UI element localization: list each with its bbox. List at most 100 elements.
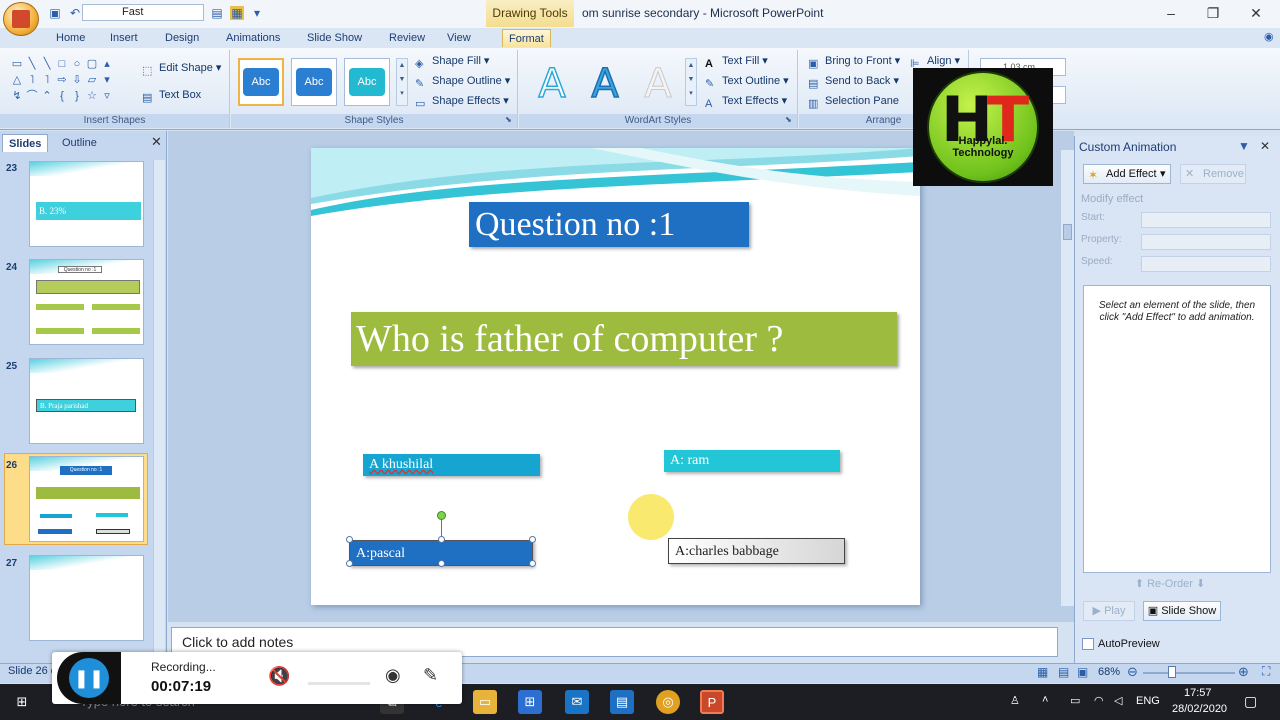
tab-slides[interactable]: Slides xyxy=(2,134,49,152)
slide-thumbnail-23[interactable]: B. 23% xyxy=(29,161,144,247)
option-a[interactable]: A khushilal xyxy=(363,454,540,476)
slide-canvas[interactable]: Question no :1 Who is father of computer… xyxy=(311,148,920,605)
slides-pane-scrollbar[interactable] xyxy=(153,160,165,657)
shape-fill-button[interactable]: ◈ Shape Fill ▾ xyxy=(415,52,489,70)
clock-date[interactable]: 28/02/2020 xyxy=(1172,703,1227,715)
text-effects-button[interactable]: A Text Effects ▾ xyxy=(705,92,787,110)
start-select[interactable] xyxy=(1141,212,1271,228)
speed-select[interactable] xyxy=(1141,256,1271,272)
arrow-shape-icon[interactable]: ⇩ xyxy=(70,72,84,88)
property-select[interactable] xyxy=(1141,234,1271,250)
slide-vertical-scrollbar[interactable] xyxy=(1060,150,1074,606)
close-icon[interactable]: ✕ xyxy=(1246,4,1266,22)
zoom-slider[interactable] xyxy=(1143,672,1235,674)
curve-shape-icon[interactable]: ⌒ xyxy=(25,88,39,104)
tab-animations[interactable]: Animations xyxy=(220,29,286,47)
add-effect-button[interactable]: ✶ Add Effect ▾ xyxy=(1083,164,1171,184)
people-icon[interactable]: ♙ xyxy=(1010,694,1020,707)
bring-to-front-button[interactable]: ▣ Bring to Front ▾ xyxy=(808,52,900,70)
preview-icon[interactable]: ▤ xyxy=(210,6,224,20)
scroll-thumb[interactable] xyxy=(1063,224,1072,240)
dialog-launcher-icon[interactable]: ⬊ xyxy=(505,115,512,124)
pane-close-icon[interactable]: ✕ xyxy=(1260,139,1270,153)
slide-thumbnail-24[interactable]: Question no :1 xyxy=(29,259,144,345)
play-button[interactable]: ▶ Play xyxy=(1083,601,1135,621)
mute-icon[interactable]: 🔇 xyxy=(268,666,290,687)
pane-close-icon[interactable]: ✕ xyxy=(151,134,162,150)
freeform-shape-icon[interactable]: ↯ xyxy=(10,88,24,104)
star-shape-icon[interactable]: ☆ xyxy=(85,88,99,104)
tab-slide-show[interactable]: Slide Show xyxy=(301,29,368,47)
elbow-shape-icon[interactable]: ˥ xyxy=(40,72,54,88)
help-icon[interactable]: ◉ xyxy=(1264,30,1274,43)
shape-style-swatch-2[interactable]: Abc xyxy=(291,58,337,106)
remove-button[interactable]: ✕ Remove xyxy=(1180,164,1246,184)
textbox-shape-icon[interactable]: ▭ xyxy=(10,56,24,72)
normal-view-icon[interactable]: ▦ xyxy=(1037,665,1048,679)
volume-icon[interactable]: ◁ xyxy=(1114,694,1122,707)
slide-thumbnail-25[interactable]: B. Praja parishad xyxy=(29,358,144,444)
shapes-more-icon[interactable]: ▿ xyxy=(100,88,114,104)
pen-icon[interactable]: ✎ xyxy=(423,665,438,686)
qat-dropdown[interactable]: Fast xyxy=(82,4,204,21)
shape-style-swatch-3[interactable]: Abc xyxy=(344,58,390,106)
office-button[interactable] xyxy=(3,2,39,36)
wordart-style-3[interactable]: A xyxy=(635,62,681,107)
customize-qat-icon[interactable]: ▦ xyxy=(230,6,244,20)
tab-home[interactable]: Home xyxy=(50,29,91,47)
chrome-icon[interactable]: ◎ xyxy=(656,690,680,714)
resize-handle[interactable] xyxy=(438,536,445,543)
arrow-shape-icon[interactable]: ⇨ xyxy=(55,72,69,88)
file-explorer-icon[interactable]: ▭ xyxy=(473,690,497,714)
resize-handle[interactable] xyxy=(346,536,353,543)
shape-outline-button[interactable]: ✎ Shape Outline ▾ xyxy=(415,72,510,90)
wordart-style-2[interactable]: A xyxy=(582,61,628,107)
rectangle-shape-icon[interactable]: □ xyxy=(55,56,69,72)
minimize-icon[interactable]: – xyxy=(1161,4,1181,22)
question-text[interactable]: Who is father of computer ? xyxy=(351,312,897,366)
text-box-button[interactable]: ▤ Text Box xyxy=(142,86,201,104)
qat-more-icon[interactable]: ▾ xyxy=(250,6,264,20)
option-b[interactable]: A: ram xyxy=(664,450,840,472)
callout-shape-icon[interactable]: ▱ xyxy=(85,72,99,88)
oval-shape-icon[interactable]: ○ xyxy=(70,56,84,72)
tab-insert[interactable]: Insert xyxy=(104,29,144,47)
tab-design[interactable]: Design xyxy=(159,29,205,47)
store-icon[interactable]: ⊞ xyxy=(518,690,542,714)
zoom-in-icon[interactable]: ⊕ xyxy=(1238,664,1249,680)
tab-view[interactable]: View xyxy=(441,29,477,47)
line-shape-icon[interactable]: ╲ xyxy=(40,56,54,72)
question-title[interactable]: Question no :1 xyxy=(469,202,749,247)
clock-time[interactable]: 17:57 xyxy=(1184,687,1212,699)
resize-handle[interactable] xyxy=(438,560,445,567)
battery-icon[interactable]: ▭ xyxy=(1070,694,1080,707)
tab-review[interactable]: Review xyxy=(383,29,431,47)
network-icon[interactable]: ◠ xyxy=(1094,694,1104,707)
autopreview-checkbox[interactable] xyxy=(1082,638,1094,650)
wordart-style-1[interactable]: A xyxy=(529,61,575,107)
text-outline-button[interactable]: ✎ Text Outline ▾ xyxy=(705,72,789,90)
shapes-scroll-up-icon[interactable]: ▴ xyxy=(100,56,114,72)
dialog-launcher-icon[interactable]: ⬊ xyxy=(785,115,792,124)
line-shape-icon[interactable]: ╲ xyxy=(25,56,39,72)
zoom-slider-thumb[interactable] xyxy=(1168,666,1176,678)
slide-show-button[interactable]: ▣ Slide Show xyxy=(1143,601,1221,621)
fit-window-icon[interactable]: ⛶ xyxy=(1262,664,1270,679)
selection-pane-button[interactable]: ▥ Selection Pane xyxy=(808,92,899,110)
option-d[interactable]: A:charles babbage xyxy=(668,538,845,564)
slideshow-view-icon[interactable]: ▣ xyxy=(1077,665,1088,679)
resize-handle[interactable] xyxy=(346,560,353,567)
triangle-shape-icon[interactable]: △ xyxy=(10,72,24,88)
shape-effects-button[interactable]: ▭ Shape Effects ▾ xyxy=(415,92,509,110)
undo-icon[interactable]: ↶ xyxy=(68,6,82,20)
windows-start-icon[interactable]: ⊞ xyxy=(10,690,34,714)
shapes-gallery[interactable]: ▭ ╲ ╲ □ ○ ▢ ▴ △ ˥ ˥ ⇨ ⇩ ▱ ▾ ↯ ⌒ ⌃{} ☆ ▿ xyxy=(10,56,128,108)
edit-shape-button[interactable]: ⬚ Edit Shape ▾ xyxy=(142,59,221,77)
text-fill-button[interactable]: A Text Fill ▾ xyxy=(705,52,768,70)
rotate-handle[interactable] xyxy=(437,511,446,520)
recording-pause-button[interactable]: ❚❚ xyxy=(57,652,121,704)
send-to-back-button[interactable]: ▤ Send to Back ▾ xyxy=(808,72,899,90)
restore-icon[interactable]: ❐ xyxy=(1203,4,1223,22)
webcam-icon[interactable]: ◉ xyxy=(385,665,401,686)
slide-thumbnail-26[interactable]: Question no :1 xyxy=(29,456,144,542)
